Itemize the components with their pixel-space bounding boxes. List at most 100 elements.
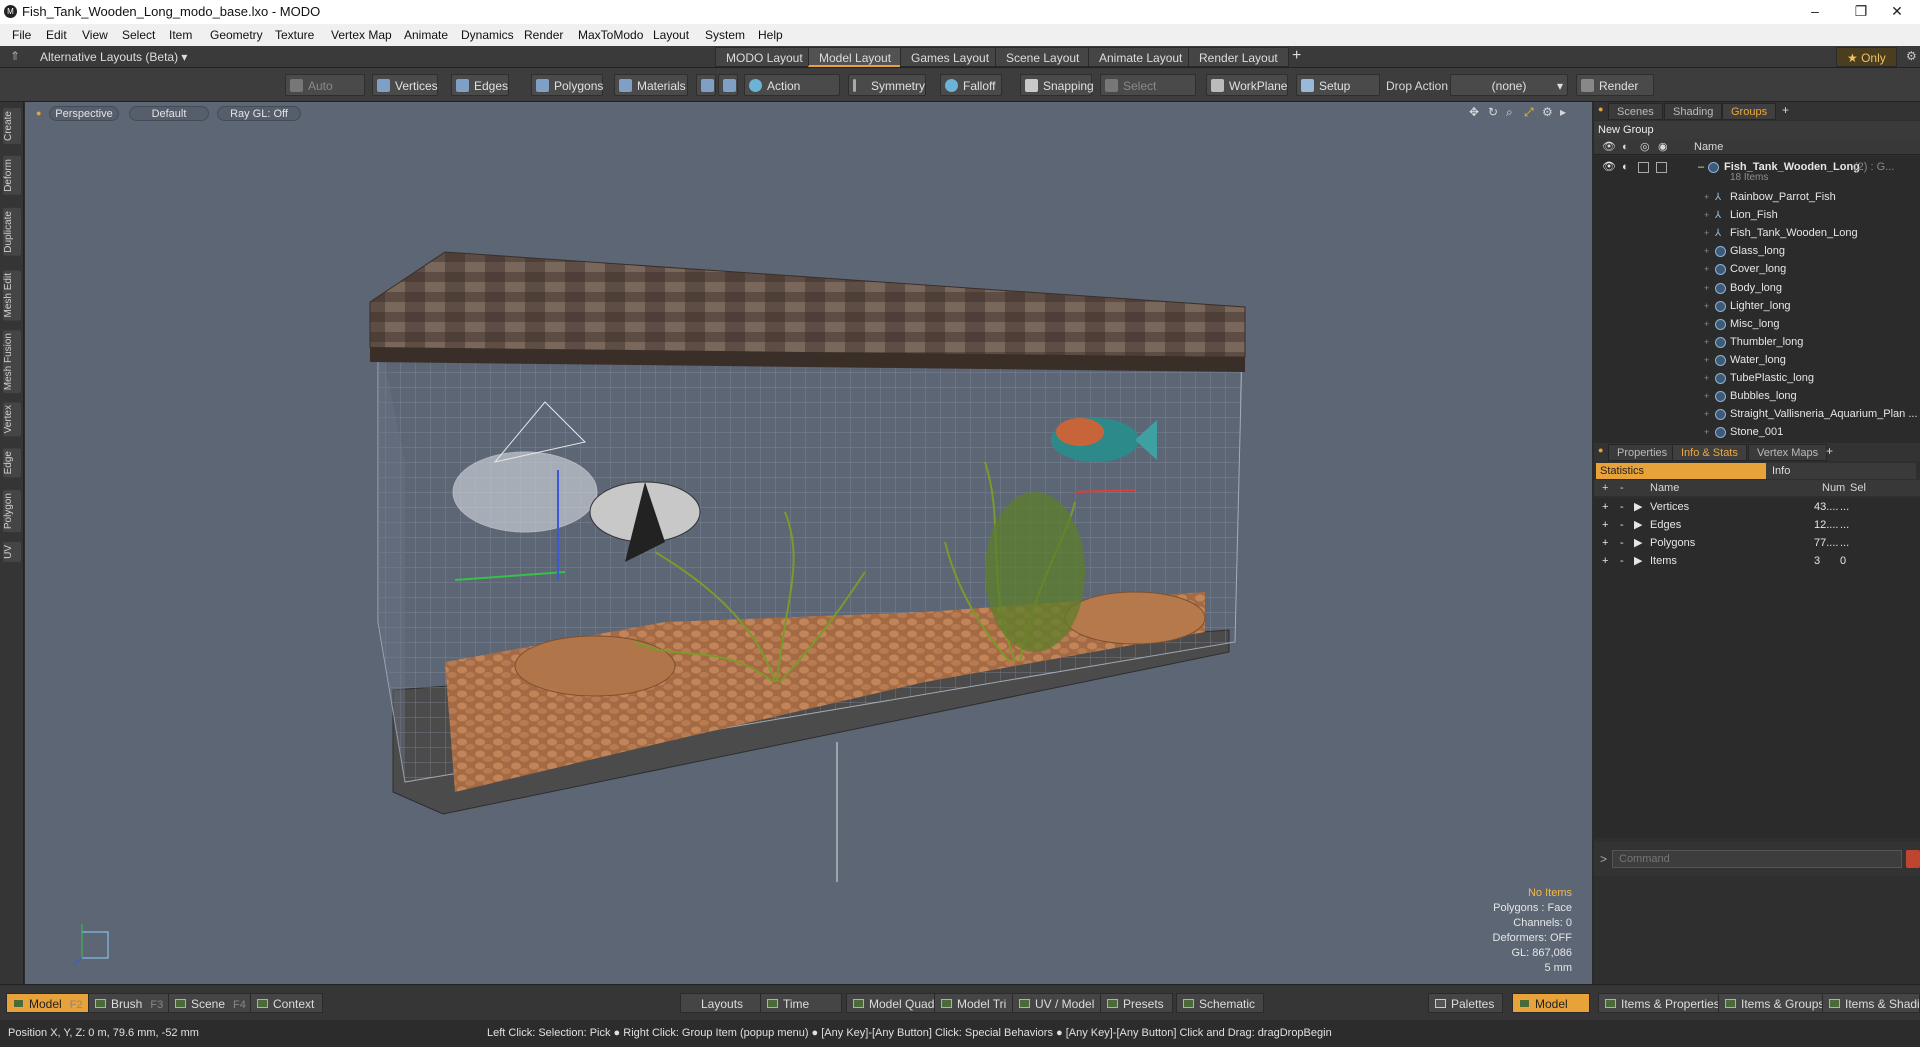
- panel-menu-icon[interactable]: ●: [1598, 104, 1603, 114]
- falloff-button[interactable]: Falloff: [940, 74, 1002, 96]
- add-layout-icon[interactable]: +: [1292, 47, 1301, 65]
- expand-icon[interactable]: +: [1704, 224, 1709, 242]
- group-item-row[interactable]: + ⅄ Fish_Tank_Wooden_Long: [1594, 224, 1920, 242]
- brush-mode-button[interactable]: Brush F3: [88, 993, 173, 1013]
- vtab-mesh-edit[interactable]: Mesh Edit: [3, 270, 21, 321]
- menu-help[interactable]: Help: [758, 28, 783, 42]
- vtab-deform[interactable]: Deform: [3, 156, 21, 195]
- menu-system[interactable]: System: [705, 28, 745, 42]
- group-item-row[interactable]: + Glass_long: [1594, 242, 1920, 260]
- polygons-button[interactable]: Polygons: [531, 74, 603, 96]
- items-shading-button[interactable]: Items & Shading: [1822, 993, 1920, 1013]
- menu-geometry[interactable]: Geometry: [210, 28, 263, 42]
- tab-properties[interactable]: Properties: [1608, 444, 1677, 461]
- items-properties-button[interactable]: Items & Properties: [1598, 993, 1729, 1013]
- tab-shading[interactable]: Shading: [1664, 103, 1723, 120]
- stats-expand-icon[interactable]: ▶: [1634, 516, 1642, 534]
- stats-row[interactable]: + - ▶ Edges 12.......: [1594, 516, 1920, 534]
- group-item-row[interactable]: + Thumbler_long: [1594, 333, 1920, 351]
- expand-icon[interactable]: +: [1704, 297, 1709, 315]
- menu-view[interactable]: View: [82, 28, 108, 42]
- expand-icon[interactable]: +: [1704, 369, 1709, 387]
- properties-menu-icon[interactable]: ●: [1598, 445, 1603, 455]
- model-tri-button[interactable]: Model Tri: [934, 993, 1016, 1013]
- group-root-row[interactable]: 👁 ◐ – Fish_Tank_Wooden_Long (2) : G... 1…: [1594, 158, 1920, 186]
- command-input[interactable]: [1612, 850, 1902, 868]
- workplane-button[interactable]: WorkPlane: [1206, 74, 1288, 96]
- group-item-row[interactable]: + Water_long: [1594, 351, 1920, 369]
- group-item-row[interactable]: + Cover_long: [1594, 260, 1920, 278]
- menu-dynamics[interactable]: Dynamics: [461, 28, 514, 42]
- stats-add-icon[interactable]: +: [1602, 534, 1608, 552]
- select-through-button[interactable]: Select Through: [1100, 74, 1196, 115]
- stats-remove-icon[interactable]: -: [1620, 516, 1624, 534]
- stats-row[interactable]: + - ▶ Polygons 77.......: [1594, 534, 1920, 552]
- settings-gear-icon[interactable]: ⚙: [1906, 49, 1917, 63]
- group-item-row[interactable]: + Lighter_long: [1594, 297, 1920, 315]
- expand-icon[interactable]: +: [1704, 351, 1709, 369]
- menu-maxtomodo[interactable]: MaxToModo: [578, 28, 643, 42]
- menu-item[interactable]: Item: [169, 28, 192, 42]
- command-clear-button[interactable]: [1906, 850, 1920, 868]
- drop-action-select[interactable]: (none) ▾: [1450, 74, 1568, 96]
- tab-render-layout[interactable]: Render Layout: [1188, 47, 1289, 67]
- vtab-uv[interactable]: UV: [3, 542, 21, 562]
- menu-layout[interactable]: Layout: [653, 28, 689, 42]
- group-item-row[interactable]: + ⅄ Lion_Fish: [1594, 206, 1920, 224]
- expand-icon[interactable]: +: [1704, 206, 1709, 224]
- presets-button[interactable]: Presets: [1100, 993, 1173, 1013]
- minimize-icon[interactable]: –: [1792, 0, 1838, 24]
- vtab-polygon[interactable]: Polygon: [3, 490, 21, 533]
- group-item-row[interactable]: + Misc_long: [1594, 315, 1920, 333]
- stats-add-icon[interactable]: +: [1602, 516, 1608, 534]
- tab-model-layout[interactable]: Model Layout: [808, 47, 903, 67]
- group-item-row[interactable]: + ⅄ Rainbow_Parrot_Fish: [1594, 188, 1920, 206]
- tab-groups[interactable]: Groups: [1722, 103, 1777, 120]
- element-mode-button[interactable]: [696, 74, 716, 96]
- vtab-duplicate[interactable]: Duplicate: [3, 208, 21, 256]
- expand-icon[interactable]: +: [1704, 387, 1709, 405]
- stats-expand-icon[interactable]: ▶: [1634, 552, 1642, 570]
- stats-add-icon[interactable]: +: [1602, 498, 1608, 516]
- group-item-row[interactable]: + Stone_001: [1594, 423, 1920, 441]
- expand-all-icon[interactable]: +: [1602, 480, 1608, 496]
- layouts-button[interactable]: Layouts: [680, 993, 765, 1013]
- layouts-dropdown[interactable]: Alternative Layouts (Beta) ▾: [40, 50, 187, 64]
- setup-mode-button[interactable]: Setup Mode: [1296, 74, 1380, 115]
- tab-info-stats[interactable]: Info & Stats: [1672, 444, 1747, 461]
- stats-expand-icon[interactable]: ▶: [1634, 498, 1642, 516]
- time-button[interactable]: Time: [760, 993, 842, 1013]
- menu-vertex-map[interactable]: Vertex Map: [331, 28, 392, 42]
- menu-select[interactable]: Select: [122, 28, 155, 42]
- action-center-button[interactable]: Action Center: [744, 74, 840, 115]
- vtab-mesh-fusion[interactable]: Mesh Fusion: [3, 330, 21, 394]
- add-tab-icon[interactable]: +: [1782, 103, 1789, 117]
- collapse-icon[interactable]: –: [1698, 158, 1704, 176]
- expand-icon[interactable]: +: [1704, 405, 1709, 423]
- menu-edit[interactable]: Edit: [46, 28, 67, 42]
- vtab-edge[interactable]: Edge: [3, 448, 21, 478]
- expand-icon[interactable]: +: [1704, 315, 1709, 333]
- group-item-row[interactable]: + TubePlastic_long: [1594, 369, 1920, 387]
- visibility-eye-icon[interactable]: 👁: [1602, 158, 1616, 176]
- vtab-create[interactable]: Create: [3, 108, 21, 145]
- menu-texture[interactable]: Texture: [275, 28, 314, 42]
- model-mode-button[interactable]: Model F2: [6, 993, 92, 1013]
- layout-menu-icon[interactable]: ⇑: [10, 49, 20, 63]
- schematic-button[interactable]: Schematic: [1176, 993, 1265, 1013]
- lock-checkbox[interactable]: [1638, 162, 1649, 173]
- group-item-row[interactable]: + Body_long: [1594, 279, 1920, 297]
- stats-remove-icon[interactable]: -: [1620, 534, 1624, 552]
- expand-icon[interactable]: +: [1704, 423, 1709, 441]
- stats-row[interactable]: + - ▶ Items 3 0: [1594, 552, 1920, 570]
- add-properties-tab-icon[interactable]: +: [1826, 444, 1833, 458]
- symmetry-button[interactable]: Symmetry: [848, 74, 926, 96]
- tab-vertex-maps[interactable]: Vertex Maps: [1748, 444, 1828, 461]
- palettes-button[interactable]: Palettes: [1428, 993, 1504, 1013]
- scene-mode-button[interactable]: Scene F4: [168, 993, 255, 1013]
- select-checkbox[interactable]: [1656, 162, 1667, 173]
- tab-games-layout[interactable]: Games Layout: [900, 47, 1001, 67]
- stats-remove-icon[interactable]: -: [1620, 498, 1624, 516]
- model-quad-button[interactable]: Model Quad: [846, 993, 944, 1013]
- auto-select-button[interactable]: Auto Select: [285, 74, 365, 115]
